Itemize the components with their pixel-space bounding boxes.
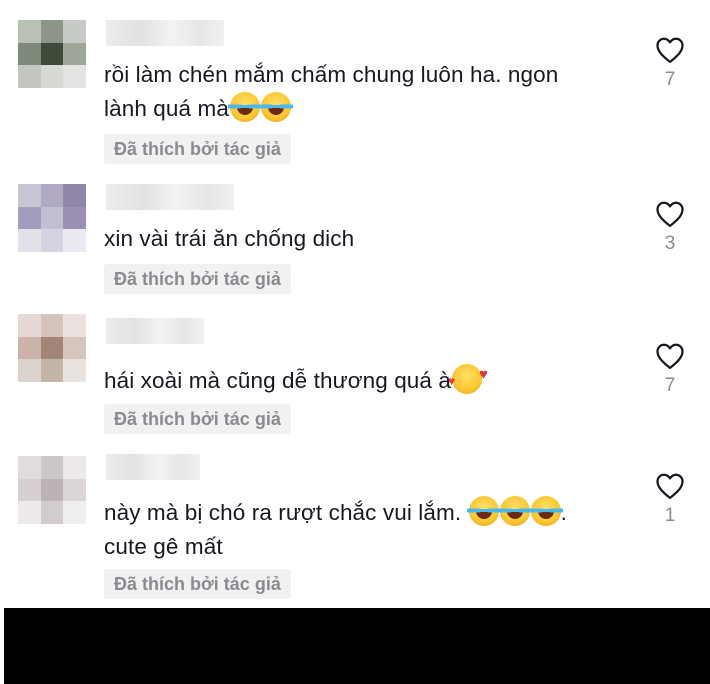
like-count: 7 [664, 69, 676, 90]
avatar[interactable] [18, 314, 86, 382]
like-count: 7 [664, 375, 676, 396]
comment-text: hái xoài mà cũng dễ thương quá à [104, 358, 644, 398]
like-control[interactable]: 7 [645, 342, 695, 396]
face-with-tears-of-joy-icon [528, 496, 563, 526]
comment-text: xin vài trái ăn chống dich [104, 222, 644, 256]
avatar[interactable] [18, 456, 86, 524]
like-control[interactable]: 7 [645, 36, 695, 90]
like-control[interactable]: 3 [645, 200, 695, 254]
username-blurred[interactable] [106, 318, 204, 344]
liked-by-author-badge: Đã thích bởi tác giả [104, 404, 291, 434]
liked-by-author-badge: Đã thích bởi tác giả [104, 134, 291, 164]
heart-outline-icon[interactable] [655, 342, 685, 370]
username-blurred[interactable] [106, 20, 224, 46]
comment-text-line1: này mà bị chó ra rượt chắc vui lắm. [104, 500, 462, 525]
smiling-face-with-hearts-icon [448, 358, 488, 398]
comment-text-line2: lành quá mà [104, 96, 229, 121]
face-with-tears-of-joy-icon [466, 496, 501, 526]
face-with-tears-of-joy-icon [258, 92, 293, 122]
face-with-tears-of-joy-icon [227, 92, 262, 122]
username-blurred[interactable] [106, 454, 200, 480]
face-with-tears-of-joy-icon [497, 496, 532, 526]
liked-by-author-badge: Đã thích bởi tác giả [104, 264, 291, 294]
like-control[interactable]: 1 [645, 472, 695, 526]
username-blurred[interactable] [106, 184, 234, 210]
liked-by-author-badge: Đã thích bởi tác giả [104, 569, 291, 599]
avatar[interactable] [18, 20, 86, 88]
like-count: 1 [664, 505, 676, 526]
bottom-black-bar [4, 608, 710, 684]
heart-outline-icon[interactable] [655, 472, 685, 500]
heart-outline-icon[interactable] [655, 200, 685, 228]
comment-text-line2: cute gê mất [104, 534, 223, 559]
comment-text-line1: rồi làm chén mắm chấm chung luôn ha. ngo… [104, 62, 559, 87]
heart-outline-icon[interactable] [655, 36, 685, 64]
comment-text-line1: xin vài trái ăn chống dich [104, 226, 355, 251]
comment-text: rồi làm chén mắm chấm chung luôn ha. ngo… [104, 58, 644, 126]
comment-text: này mà bị chó ra rượt chắc vui lắm. . cu… [104, 496, 644, 564]
avatar[interactable] [18, 184, 86, 252]
comment-text-line1: hái xoài mà cũng dễ thương quá à [104, 368, 451, 393]
like-count: 3 [664, 233, 676, 254]
